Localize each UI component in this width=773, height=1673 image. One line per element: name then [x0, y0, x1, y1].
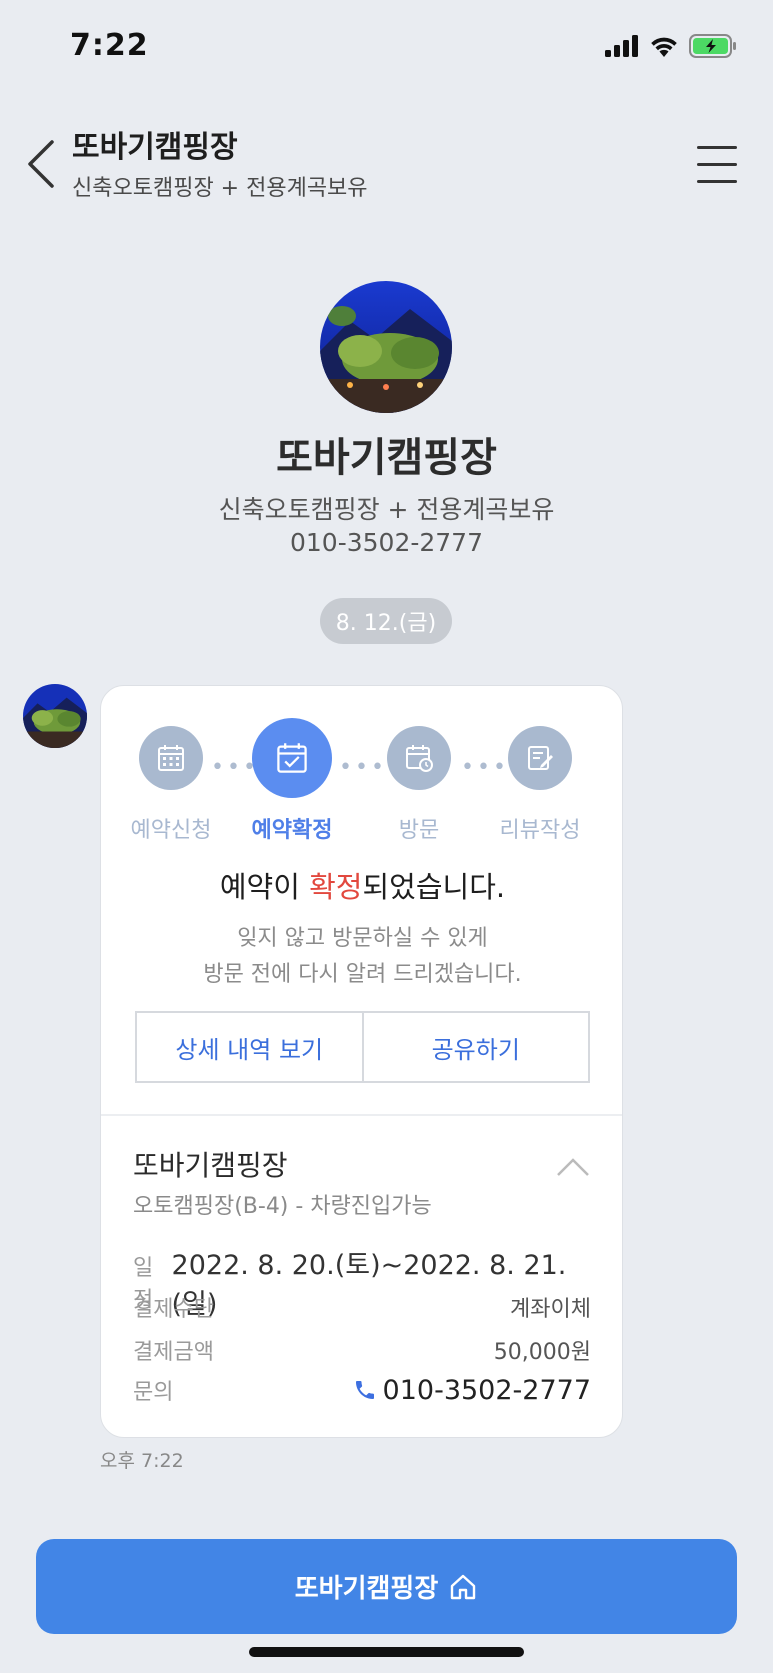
chat-header: 또바기캠핑장 신축오토캠핑장 + 전용계곡보유: [0, 110, 773, 210]
channel-description: 신축오토캠핑장 + 전용계곡보유: [218, 495, 555, 524]
step-label-request: 예약신청: [130, 818, 212, 843]
contact-value: 010-3502-2777: [382, 1374, 591, 1406]
detail-site: 오토캠핑장(B-4) - 차량진입가능: [133, 1194, 432, 1219]
step-calendar-check-icon: [252, 718, 332, 798]
date-divider: 8. 12.(금): [320, 598, 452, 644]
channel-home-button[interactable]: 또바기캠핑장: [36, 1539, 737, 1634]
home-indicator: [249, 1647, 524, 1657]
message-timestamp: 오후 7:22: [100, 1450, 184, 1472]
signal-icon: [605, 35, 638, 57]
detail-row-amount: 결제금액 50,000원: [133, 1334, 591, 1366]
phone-icon: [355, 1381, 374, 1399]
channel-avatar[interactable]: [320, 281, 452, 413]
header-title: 또바기캠핑장: [72, 130, 238, 165]
channel-phone[interactable]: 010-3502-2777: [0, 528, 773, 557]
amount-value: 50,000원: [493, 1340, 591, 1365]
detail-title: 또바기캠핑장: [133, 1149, 288, 1182]
confirmation-message: 예약이 확정되었습니다.: [219, 870, 506, 904]
step-calendar-grid-icon: [139, 726, 203, 790]
wifi-icon: [651, 37, 677, 57]
home-icon: [451, 1574, 476, 1599]
chevron-up-icon[interactable]: [556, 1156, 590, 1178]
view-details-button[interactable]: 상세 내역 보기: [137, 1013, 362, 1081]
status-time: 7:22: [70, 28, 149, 63]
card-divider: [101, 1114, 622, 1116]
step-label-review: 리뷰작성: [499, 818, 581, 843]
step-edit-note-icon: [508, 726, 572, 790]
status-bar: 7:22: [0, 0, 773, 96]
confirmation-subtext-1: 잊지 않고 방문하실 수 있게: [237, 926, 488, 951]
detail-row-payment-method: 결제수단 계좌이체: [133, 1291, 591, 1323]
step-label-visit: 방문: [398, 818, 440, 843]
header-subtitle: 신축오토캠핑장 + 전용계곡보유: [72, 176, 368, 201]
confirmation-subtext-2: 방문 전에 다시 알려 드리겠습니다.: [203, 962, 522, 987]
step-connector: •••: [461, 755, 509, 780]
contact-phone-link[interactable]: 010-3502-2777: [353, 1375, 591, 1406]
status-icons: [605, 34, 737, 58]
step-label-confirmed: 예약확정: [251, 818, 333, 843]
channel-home-label: 또바기캠핑장: [294, 1574, 439, 1604]
confirmation-highlight: 확정: [309, 870, 363, 904]
step-connector: •••: [339, 755, 387, 780]
step-calendar-clock-icon: [387, 726, 451, 790]
share-button[interactable]: 공유하기: [361, 1013, 589, 1081]
reservation-card: ••• ••• ••• 예약신청 예약확정 방문 리뷰작성 예약이 확정되었습니…: [100, 685, 623, 1438]
channel-name: 또바기캠핑장: [276, 435, 497, 481]
payment-method-label: 결제수단: [133, 1297, 214, 1322]
payment-method-value: 계좌이체: [510, 1297, 591, 1322]
sender-avatar[interactable]: [23, 684, 87, 748]
detail-row-contact: 문의 010-3502-2777: [133, 1374, 591, 1406]
card-action-buttons: 상세 내역 보기 공유하기: [135, 1011, 590, 1083]
hamburger-menu-icon[interactable]: [697, 146, 737, 184]
amount-label: 결제금액: [133, 1340, 214, 1365]
contact-label: 문의: [133, 1380, 174, 1405]
back-arrow-icon[interactable]: [24, 138, 60, 190]
battery-icon: [689, 34, 736, 58]
